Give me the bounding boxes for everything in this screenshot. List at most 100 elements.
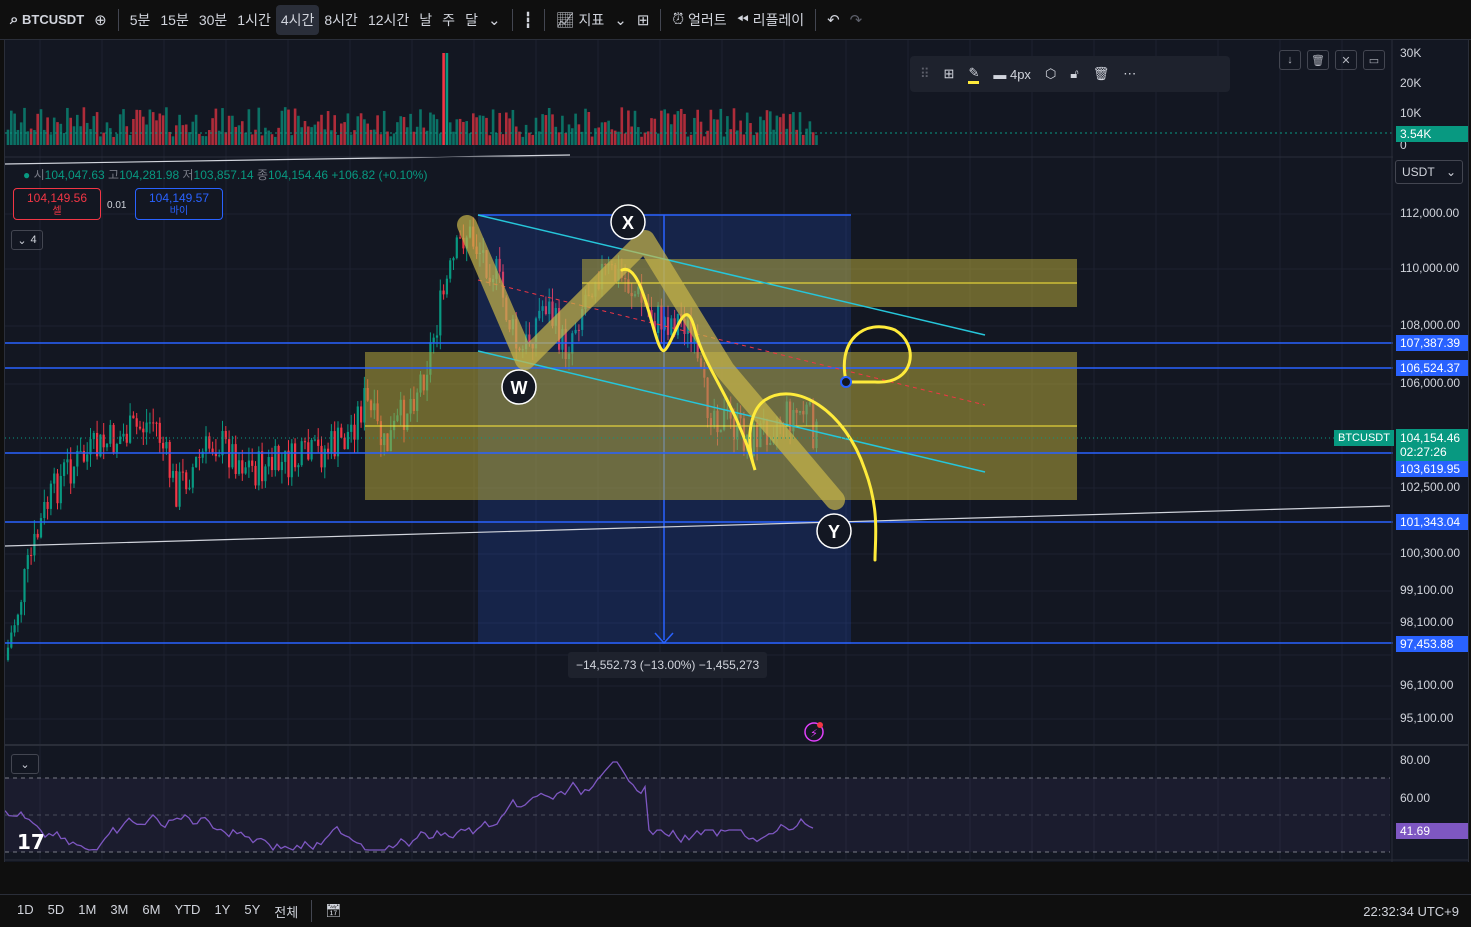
- interval-0[interactable]: 5분: [125, 5, 156, 35]
- compare-add-button[interactable]: ⊕: [89, 5, 112, 35]
- symbol-search[interactable]: ⌕ BTCUSDT: [0, 5, 89, 35]
- candle-body: [330, 431, 333, 454]
- interval-9[interactable]: 달: [460, 5, 483, 35]
- volume-bar: [432, 114, 435, 145]
- chart-type-button[interactable]: ┇: [519, 5, 538, 35]
- divider: [511, 8, 513, 31]
- candle-body: [261, 451, 264, 482]
- range-4[interactable]: 6M: [135, 902, 167, 921]
- volume-bar: [554, 126, 558, 145]
- candle-body: [129, 415, 132, 443]
- candle-body: [138, 426, 142, 429]
- range-8[interactable]: 전체: [267, 902, 305, 921]
- candle-body: [79, 450, 82, 452]
- chevron-down-icon: ⌄: [17, 234, 27, 247]
- goto-date-button[interactable]: 📅︎: [318, 903, 349, 919]
- volume-bar: [584, 108, 587, 145]
- interval-5[interactable]: 8시간: [319, 5, 363, 35]
- drag-handle-icon[interactable]: ⠿: [920, 66, 930, 82]
- chart-canvas[interactable]: W X Y ⚡: [5, 40, 1469, 862]
- volume-tag: 3.54K: [1396, 126, 1468, 142]
- range-2[interactable]: 1M: [71, 902, 103, 921]
- range-7[interactable]: 5Y: [237, 902, 267, 921]
- line-width-button[interactable]: ▬ 4px: [993, 67, 1031, 82]
- alert-button[interactable]: ⏰︎ 얼러트: [667, 5, 731, 35]
- volume-bar: [99, 136, 102, 145]
- range-0[interactable]: 1D: [10, 902, 41, 921]
- interval-7[interactable]: 날: [414, 5, 437, 35]
- range-5[interactable]: YTD: [167, 902, 207, 921]
- anchor-handle[interactable]: [840, 376, 852, 388]
- wave-label-w[interactable]: W: [501, 369, 537, 405]
- candle-body: [439, 290, 442, 336]
- alert-label: 얼러트: [688, 11, 727, 28]
- interval-3[interactable]: 1시간: [232, 5, 276, 35]
- indicators-dropdown[interactable]: ⌄: [609, 5, 632, 35]
- settings-icon[interactable]: ⬡: [1045, 66, 1056, 82]
- volume-bar: [95, 112, 99, 145]
- volume-bar: [264, 127, 267, 145]
- volume-bar: [594, 128, 597, 145]
- close-pane-icon[interactable]: ✕: [1335, 50, 1357, 70]
- volume-bar: [458, 118, 462, 145]
- volume-bar: [452, 131, 455, 145]
- interval-6[interactable]: 12시간: [363, 5, 414, 35]
- volume-bar: [145, 124, 148, 145]
- volume-bar: [386, 131, 389, 145]
- close-value: 104,154.46: [268, 168, 329, 182]
- volume-bar: [161, 115, 165, 145]
- volume-bar: [118, 114, 122, 145]
- volume-bar: [122, 109, 125, 145]
- volume-bar: [670, 124, 673, 145]
- volume-bar: [640, 136, 643, 145]
- volume-bar: [138, 110, 142, 145]
- candle-body: [459, 237, 462, 239]
- candle-body: [125, 433, 128, 443]
- price-axis-label: 102,500.00: [1400, 480, 1461, 494]
- candle-body: [257, 451, 260, 486]
- candle-body: [109, 424, 112, 444]
- volume-bar: [729, 129, 732, 145]
- buy-button[interactable]: 104,149.57 바이: [135, 188, 223, 220]
- maximize-pane-icon[interactable]: ▭: [1363, 50, 1385, 70]
- drawing-toolbar: ⠿ ⊞ ✎ ▬ 4px ⬡ 🔓︎ 🗑︎ ⋯: [910, 56, 1230, 92]
- range-1[interactable]: 5D: [41, 902, 72, 921]
- range-6[interactable]: 1Y: [207, 902, 237, 921]
- chart-pane[interactable]: W X Y ⚡ ● 시104,047.63 고104,281.98 저103,8…: [4, 40, 1469, 862]
- indicators-button[interactable]: 📈︎ 지표: [551, 5, 610, 35]
- more-icon[interactable]: ⋯: [1123, 66, 1136, 82]
- volume-bar: [475, 117, 478, 145]
- wave-label-y[interactable]: Y: [816, 513, 852, 549]
- candle-body: [353, 424, 356, 440]
- volume-bar: [254, 129, 257, 145]
- volume-bar: [759, 116, 762, 145]
- replay-button[interactable]: ⏪︎ 리플레이: [732, 5, 809, 35]
- interval-8[interactable]: 주: [437, 5, 460, 35]
- pencil-color-icon[interactable]: ✎: [968, 65, 980, 84]
- rsi-collapse-button[interactable]: ⌄: [11, 754, 39, 774]
- move-down-icon[interactable]: ↓: [1279, 50, 1301, 70]
- interval-4[interactable]: 4시간: [275, 4, 320, 35]
- indicator-collapse-button[interactable]: ⌄ 4: [11, 230, 43, 250]
- sell-button[interactable]: 104,149.56 셀: [13, 188, 101, 220]
- template-icon[interactable]: ⊞: [944, 66, 955, 82]
- candle-body: [175, 471, 178, 507]
- interval-dropdown[interactable]: ⌄: [483, 5, 506, 35]
- ohlc-legend: ● 시104,047.63 고104,281.98 저103,857.14 종1…: [23, 166, 427, 183]
- redo-button[interactable]: ↷: [845, 5, 868, 35]
- volume-bar: [795, 129, 798, 145]
- trash-icon[interactable]: 🗑︎: [1093, 66, 1110, 82]
- volume-bar: [696, 109, 699, 145]
- lock-icon[interactable]: 🔓︎: [1070, 66, 1078, 82]
- delete-pane-icon[interactable]: 🗑︎: [1307, 50, 1329, 70]
- tradingview-logo[interactable]: 17: [17, 830, 45, 854]
- wave-label-x[interactable]: X: [610, 204, 646, 240]
- interval-1[interactable]: 15분: [155, 5, 193, 35]
- undo-button[interactable]: ↶: [822, 5, 845, 35]
- layout-button[interactable]: ⊞: [632, 5, 655, 35]
- candle-body: [294, 443, 297, 468]
- range-3[interactable]: 3M: [103, 902, 135, 921]
- replay-label: 리플레이: [752, 11, 805, 28]
- interval-2[interactable]: 30분: [194, 5, 232, 35]
- currency-select[interactable]: USDT ⌄: [1395, 160, 1463, 184]
